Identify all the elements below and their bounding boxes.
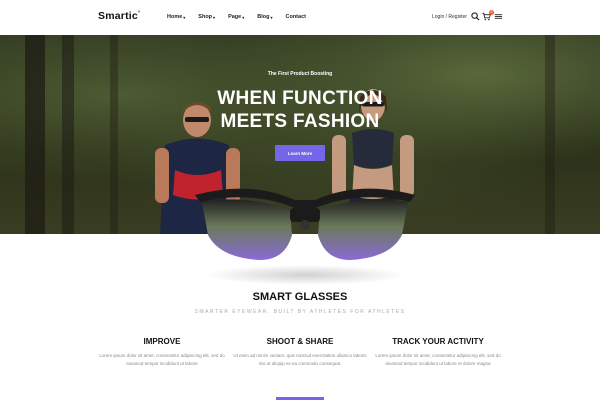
background-tree xyxy=(545,35,555,234)
chevron-down-icon: ▾ xyxy=(270,14,273,20)
menu-icon[interactable] xyxy=(494,12,503,21)
feature-card: IMPROVE Lorem ipsum dolor sit amet, cons… xyxy=(92,337,232,368)
background-tree xyxy=(25,35,45,234)
feature-card: SHOOT & SHARE Ut enim ad minim veniam, q… xyxy=(230,337,370,368)
nav-page-label: Page xyxy=(228,14,242,20)
nav-blog[interactable]: Blog ▾ xyxy=(257,14,272,20)
nav-home[interactable]: Home ▾ xyxy=(167,14,185,20)
search-icon[interactable] xyxy=(471,12,480,21)
nav-shop-label: Shop xyxy=(198,14,213,20)
hero-title-line: MEETS FASHION xyxy=(220,111,380,132)
chevron-down-icon: ▾ xyxy=(213,14,216,20)
background-tree xyxy=(62,35,74,234)
feature-card: TRACK YOUR ACTIVITY Lorem ipsum dolor si… xyxy=(368,337,508,368)
feature-title: SHOOT & SHARE xyxy=(266,337,334,346)
logo-text: Smartic xyxy=(98,10,138,22)
feature-text: Lorem ipsum dolor sit amet, consectetur … xyxy=(375,353,501,366)
learn-more-button[interactable]: Learn More xyxy=(275,145,325,161)
nav-contact-label: Contact xyxy=(285,14,306,20)
nav-shop[interactable]: Shop ▾ xyxy=(198,14,215,20)
hero-subtitle: The First Product Boosting xyxy=(267,71,333,77)
feature-text: Lorem ipsum dolor sit amet, consectetur … xyxy=(99,353,225,366)
main-nav: Home ▾ Shop ▾ Page ▾ Blog ▾ Contact xyxy=(167,14,306,20)
feature-title: TRACK YOUR ACTIVITY xyxy=(392,337,484,346)
feature-text: Ut enim ad minim veniam, quis nostrud ex… xyxy=(233,353,367,366)
login-register-link[interactable]: Login / Register xyxy=(432,14,467,20)
logo-mark: ° xyxy=(137,10,141,17)
background-tree xyxy=(110,35,118,234)
section-title: SMART GLASSES xyxy=(252,291,348,303)
nav-blog-label: Blog xyxy=(257,14,270,20)
section-subtitle: SMARTER EYEWEAR. BUILT BY ATHLETES FOR A… xyxy=(194,309,406,315)
site-header: Smartic° Home ▾ Shop ▾ Page ▾ Blog ▾ Contact… xyxy=(0,0,600,35)
feature-title: IMPROVE xyxy=(143,337,181,346)
site-logo[interactable]: Smartic° xyxy=(98,10,140,22)
nav-home-label: Home xyxy=(167,14,183,20)
nav-page[interactable]: Page ▾ xyxy=(228,14,244,20)
smart-glasses-image xyxy=(195,188,415,285)
hero-title: WHEN FUNCTION MEETS FASHION xyxy=(0,87,600,133)
nav-contact[interactable]: Contact xyxy=(285,14,305,20)
chevron-down-icon: ▾ xyxy=(242,14,245,20)
hero-title-line: WHEN FUNCTION xyxy=(217,88,383,109)
chevron-down-icon: ▾ xyxy=(183,14,186,20)
